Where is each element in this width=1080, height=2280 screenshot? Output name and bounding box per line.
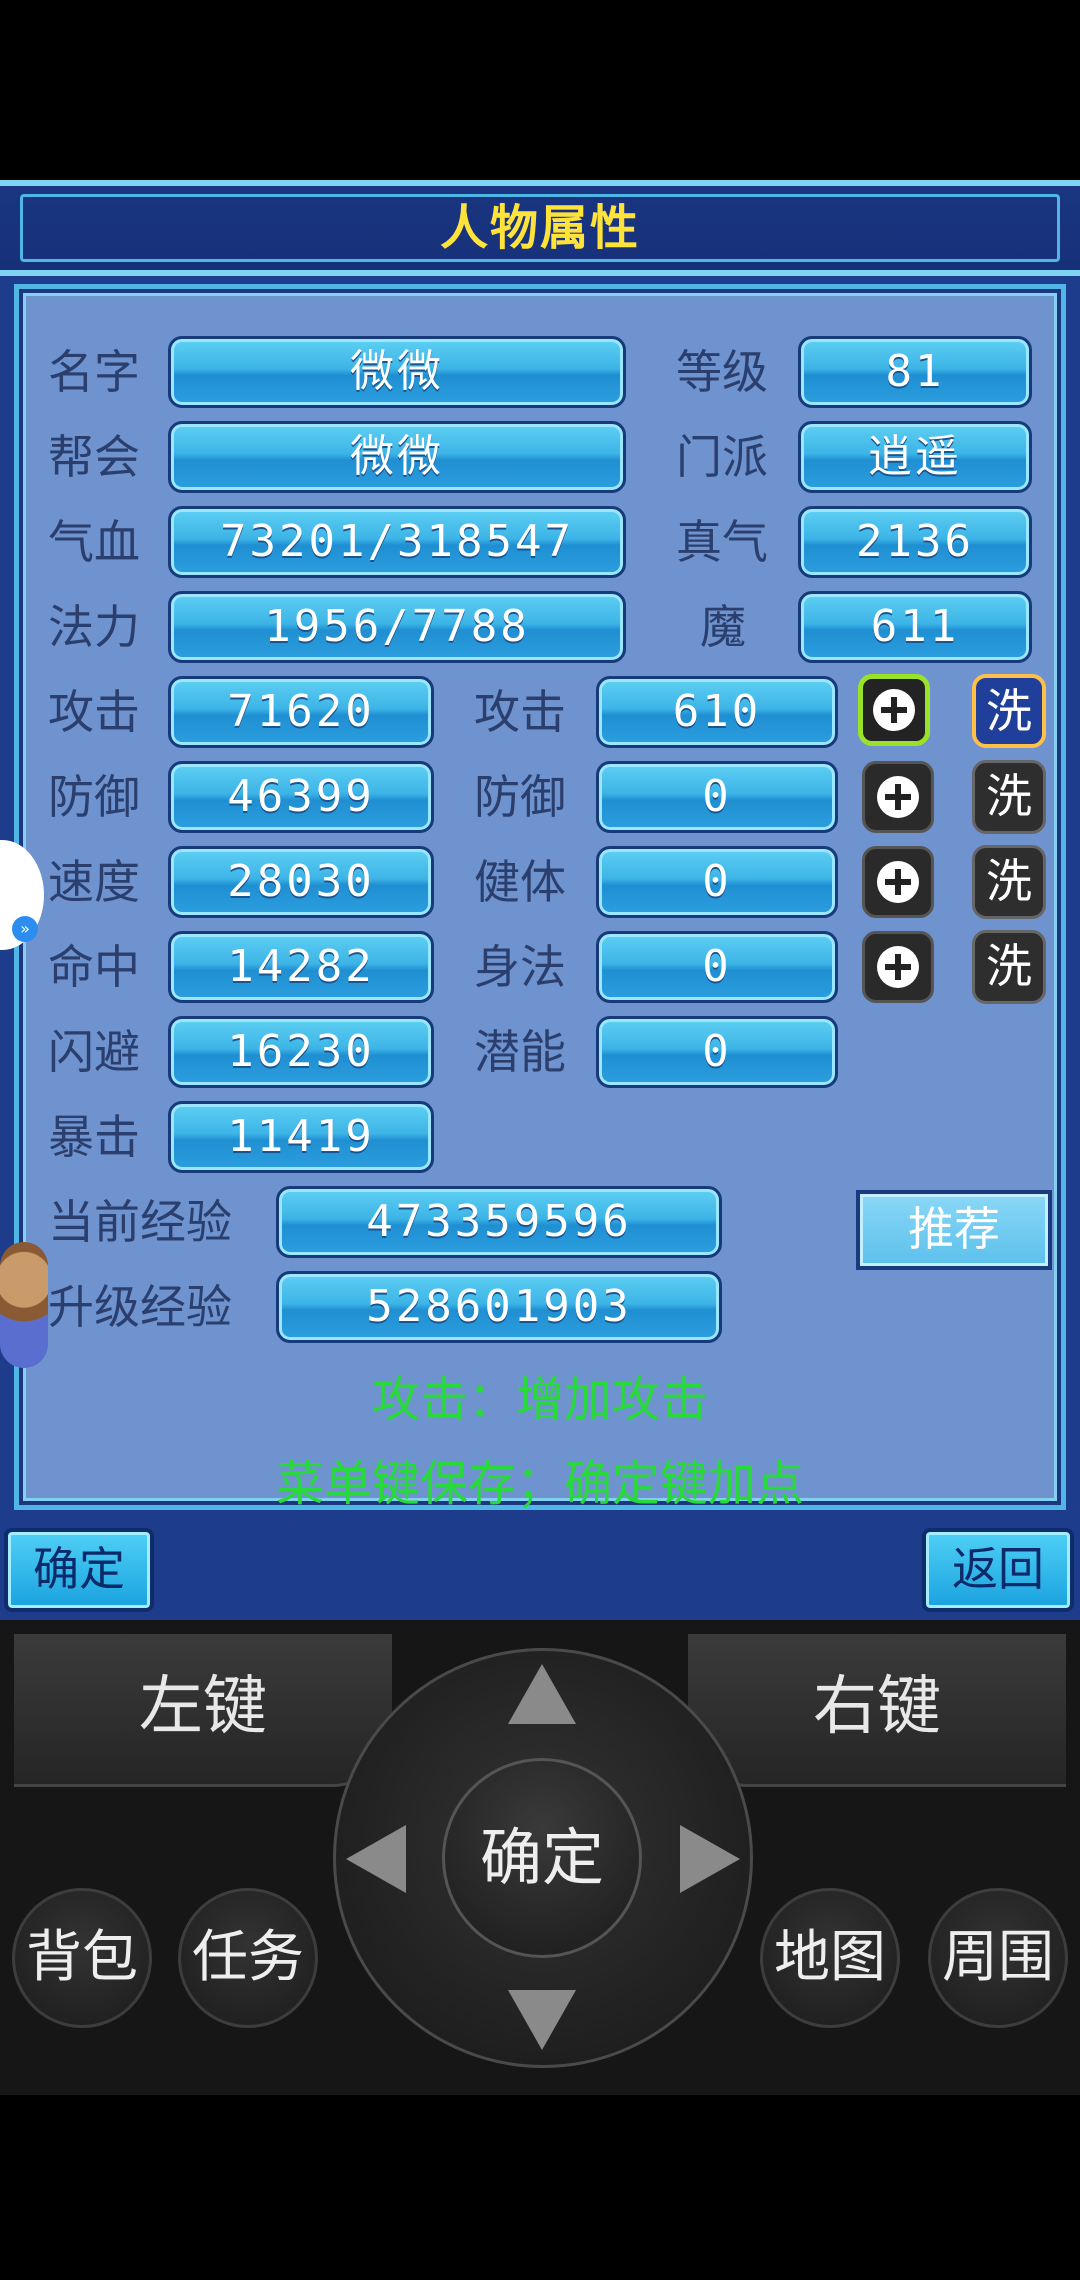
attack-field: 71620 (168, 676, 434, 748)
add-agility-button[interactable] (862, 931, 934, 1003)
level-label: 等级 (676, 345, 768, 399)
alloc-agility-field: 0 (596, 931, 838, 1003)
speed-label: 速度 (48, 855, 140, 909)
confirm-softkey[interactable]: 确定 (4, 1528, 154, 1612)
dodge-field: 16230 (168, 1016, 434, 1088)
arrow-down-icon[interactable] (508, 1990, 576, 2050)
alloc-attack-label: 攻击 (474, 685, 566, 739)
magic-field: 611 (798, 591, 1032, 663)
add-attack-button[interactable] (858, 674, 930, 746)
guild-field: 微微 (168, 421, 626, 493)
alloc-agility-label: 身法 (474, 940, 566, 994)
hp-field: 73201/318547 (168, 506, 626, 578)
dodge-label: 闪避 (48, 1025, 140, 1079)
level-field: 81 (798, 336, 1032, 408)
fast-forward-icon: » (12, 916, 38, 942)
recommend-button[interactable]: 推荐 (856, 1190, 1052, 1270)
plus-icon (877, 946, 919, 988)
wash-agility-button[interactable]: 洗 (972, 930, 1046, 1004)
arrow-right-icon[interactable] (680, 1825, 740, 1893)
mp-label: 法力 (48, 600, 140, 654)
window-title: 人物属性 (439, 200, 640, 256)
plus-icon (877, 861, 919, 903)
game-screen: 人物属性 名字 微微 帮会 微微 气血 73201/318547 法力 1956… (0, 180, 1080, 1620)
dpad-ok-button[interactable]: 确定 (442, 1758, 642, 1958)
monkey-avatar-icon[interactable] (0, 1242, 48, 1368)
hit-field: 14282 (168, 931, 434, 1003)
wash-defense-button[interactable]: 洗 (972, 760, 1046, 834)
left-softkey-button[interactable]: 左键 (14, 1634, 392, 1787)
name-field: 微微 (168, 336, 626, 408)
map-button[interactable]: 地图 (760, 1888, 900, 2028)
current-exp-label: 当前经验 (48, 1195, 232, 1249)
crit-field: 11419 (168, 1101, 434, 1173)
stat-hint: 攻击：增加攻击 (371, 1372, 708, 1428)
true-qi-label: 真气 (676, 515, 768, 569)
name-label: 名字 (48, 345, 140, 399)
current-exp-field: 473359596 (276, 1186, 722, 1258)
sect-field: 逍遥 (798, 421, 1032, 493)
magic-label: 魔 (700, 600, 746, 654)
alloc-physique-field: 0 (596, 846, 838, 918)
levelup-exp-label: 升级经验 (48, 1280, 232, 1334)
nearby-button[interactable]: 周围 (928, 1888, 1068, 2028)
potential-label: 潜能 (474, 1025, 566, 1079)
crit-label: 暴击 (48, 1110, 140, 1164)
virtual-keypad: 左键 右键 确定 背包 任务 地图 周围 (0, 1620, 1080, 2095)
alloc-physique-label: 健体 (474, 855, 566, 909)
plus-icon (877, 776, 919, 818)
add-physique-button[interactable] (862, 846, 934, 918)
wash-attack-button[interactable]: 洗 (972, 674, 1046, 748)
wash-physique-button[interactable]: 洗 (972, 845, 1046, 919)
defense-field: 46399 (168, 761, 434, 833)
right-softkey-button[interactable]: 右键 (688, 1634, 1066, 1787)
guild-label: 帮会 (48, 430, 140, 484)
add-defense-button[interactable] (862, 761, 934, 833)
controls-hint: 菜单键保存；确定键加点 (275, 1456, 804, 1512)
softkey-bar: 确定 返回 (0, 1510, 1080, 1620)
sect-label: 门派 (676, 430, 768, 484)
plus-icon (873, 689, 915, 731)
speed-field: 28030 (168, 846, 434, 918)
arrow-left-icon[interactable] (346, 1825, 406, 1893)
quest-button[interactable]: 任务 (178, 1888, 318, 2028)
bag-button[interactable]: 背包 (12, 1888, 152, 2028)
arrow-up-icon[interactable] (508, 1664, 576, 1724)
mp-field: 1956/7788 (168, 591, 626, 663)
levelup-exp-field: 528601903 (276, 1271, 722, 1343)
alloc-attack-field: 610 (596, 676, 838, 748)
defense-label: 防御 (48, 770, 140, 824)
potential-field: 0 (596, 1016, 838, 1088)
true-qi-field: 2136 (798, 506, 1032, 578)
alloc-defense-label: 防御 (474, 770, 566, 824)
alloc-defense-field: 0 (596, 761, 838, 833)
hit-label: 命中 (48, 940, 140, 994)
hp-label: 气血 (48, 515, 140, 569)
attack-label: 攻击 (48, 685, 140, 739)
back-softkey[interactable]: 返回 (922, 1528, 1074, 1612)
